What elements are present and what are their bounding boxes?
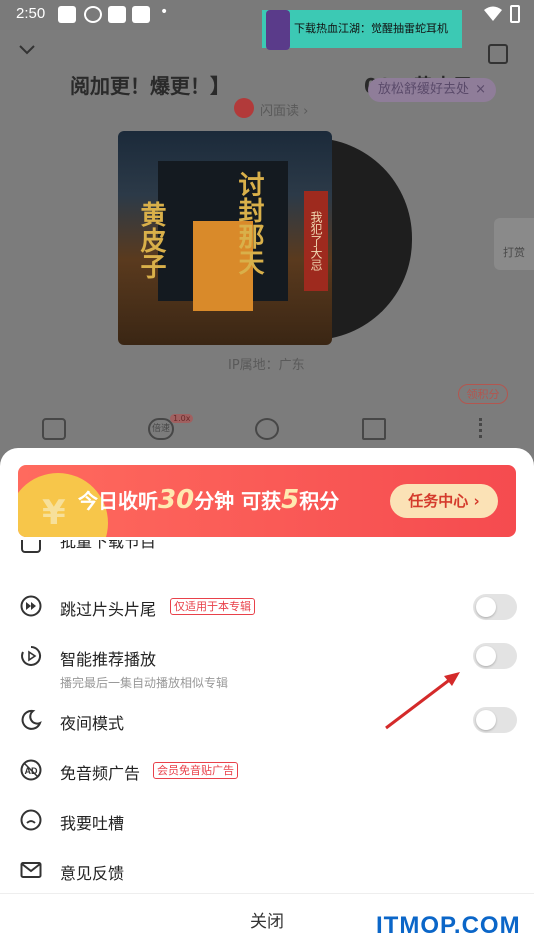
tip-button[interactable]: 打赏: [494, 218, 534, 270]
list-item-label: 批量下载节目: [60, 540, 157, 551]
list-item-label: 跳过片头片尾: [60, 600, 157, 619]
collapse-chevron-icon[interactable]: [18, 40, 36, 58]
list-item-label: 我要吐槽: [60, 814, 125, 833]
list-item-label: 意见反馈: [60, 864, 125, 883]
top-ad-banner[interactable]: 下载热血江湖：觉醒抽雷蛇耳机: [262, 10, 462, 50]
album-cover[interactable]: 讨封那天 黄皮子 我犯了大忌: [118, 131, 332, 345]
ip-location: IP属地：广东: [228, 358, 305, 373]
banner-text: 今日收听30分钟 可获5积分: [78, 485, 339, 515]
list-item-no-ads[interactable]: AD 免音频广告 会员免音贴广告: [0, 756, 534, 786]
smart-play-toggle[interactable]: [473, 643, 517, 669]
annotation-arrow-icon: [385, 672, 460, 730]
list-item-batch-download[interactable]: 批量下载节目: [0, 540, 534, 570]
mail-icon: [20, 862, 42, 878]
share-icon[interactable]: [488, 44, 508, 64]
more-icon[interactable]: [479, 418, 486, 438]
banner-mid: 分钟 可获: [194, 489, 282, 513]
more-notifications-dot: •: [160, 4, 169, 20]
ad-character-image: [266, 10, 290, 50]
relax-pill[interactable]: 放松舒缓好去处 ×: [368, 78, 496, 102]
task-center-button[interactable]: 任务中心 ›: [390, 484, 498, 518]
moon-icon: [21, 709, 42, 730]
banner-prefix: 今日收听: [78, 489, 158, 513]
skip-icon: [20, 595, 42, 617]
skip-intro-toggle[interactable]: [473, 594, 517, 620]
no-ads-icon: AD: [20, 759, 42, 781]
comment-icon: [20, 809, 42, 831]
sync-icon: [84, 6, 102, 23]
notification-icon: [132, 6, 150, 23]
timer-tool-icon[interactable]: [255, 418, 279, 440]
list-item-label: 免音频广告: [60, 764, 141, 783]
night-mode-toggle[interactable]: [473, 707, 517, 733]
cover-seal: 我犯了大忌: [304, 191, 328, 291]
scope-tag: 仅适用于本专辑: [170, 598, 255, 615]
speed-badge: 1.0x: [170, 414, 194, 423]
album-title: 阅加更！爆更！】: [70, 74, 230, 98]
earn-points-button[interactable]: 领积分: [458, 384, 508, 404]
playlist-tool-icon[interactable]: [362, 418, 386, 440]
banner-points: 5: [281, 485, 300, 515]
listen-reward-banner[interactable]: ¥ 今日收听30分钟 可获5积分 任务中心 ›: [18, 465, 516, 537]
cover-title-a: 讨封那天: [234, 171, 264, 275]
banner-minutes: 30: [158, 485, 195, 515]
status-time: 2:50: [16, 5, 46, 22]
flash-read-logo: [234, 98, 254, 118]
list-item-complain[interactable]: 我要吐槽: [0, 806, 534, 836]
top-ad-text: 下载热血江湖：觉醒抽雷蛇耳机: [294, 22, 448, 35]
watermark: ITMOP.COM: [376, 912, 521, 939]
wifi-icon: [484, 6, 502, 21]
battery-icon: [510, 5, 520, 23]
list-item-label: 智能推荐播放: [60, 650, 157, 669]
smart-play-icon: [21, 645, 42, 666]
list-item-skip-intro[interactable]: 跳过片头片尾 仅适用于本专辑: [0, 592, 534, 622]
cover-title-b: 黄皮子: [136, 201, 166, 279]
list-item-description: 播完最后一集自动播放相似专辑: [60, 676, 229, 690]
notification-icon: [58, 6, 76, 23]
relax-pill-label: 放松舒缓好去处: [378, 82, 470, 97]
download-tool-icon[interactable]: [42, 418, 66, 440]
close-icon[interactable]: ×: [475, 78, 486, 102]
banner-suffix: 积分: [299, 489, 340, 513]
list-item-label: 夜间模式: [60, 714, 125, 733]
download-icon: [21, 540, 41, 553]
flash-read-link[interactable]: 闪面读 ›: [260, 100, 308, 119]
list-item-feedback[interactable]: 意见反馈: [0, 856, 534, 886]
vip-tag: 会员免音贴广告: [153, 762, 238, 779]
speed-label: 倍速: [151, 424, 170, 434]
notification-icon: [108, 6, 126, 23]
